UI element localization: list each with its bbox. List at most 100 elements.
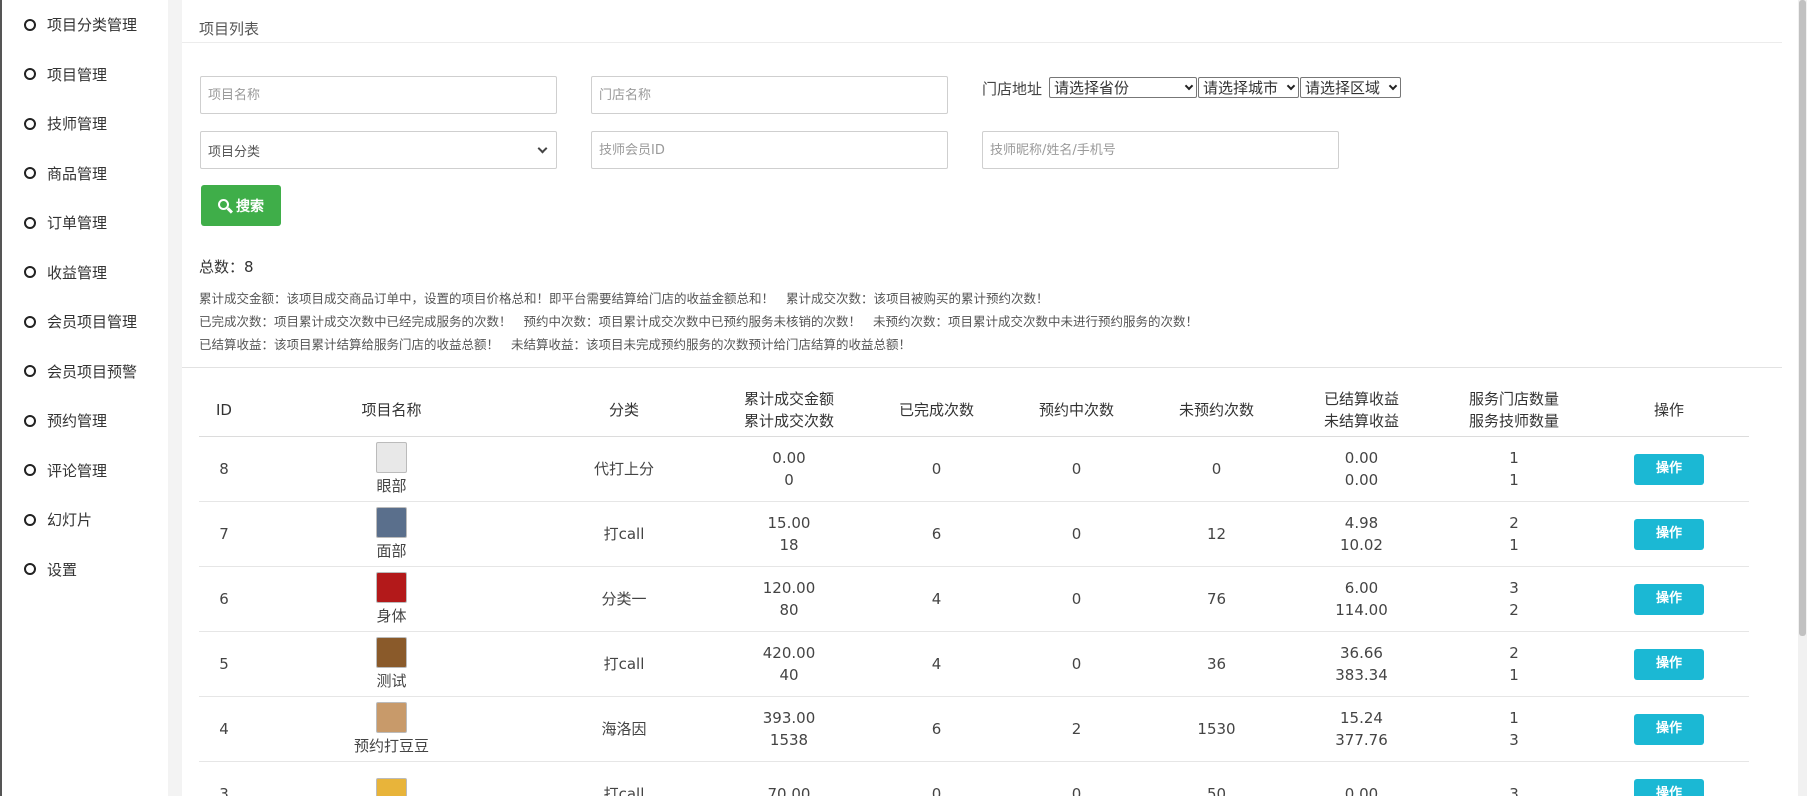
col-done: 已完成次数 bbox=[898, 400, 974, 419]
search-icon bbox=[218, 198, 234, 213]
operate-button[interactable]: 操作 bbox=[1634, 713, 1704, 745]
tech-info-field[interactable] bbox=[982, 131, 1339, 169]
cell-category: 打call bbox=[603, 525, 645, 543]
project-thumbnail[interactable] bbox=[376, 506, 407, 538]
sidebar-item[interactable]: 项目管理 bbox=[2, 50, 168, 100]
cell-name: 面部 bbox=[249, 506, 534, 562]
tech-id-field[interactable] bbox=[591, 131, 948, 169]
cell-store: 21 bbox=[1434, 512, 1594, 556]
project-thumbnail[interactable] bbox=[376, 571, 407, 603]
project-name: 眼部 bbox=[376, 476, 407, 495]
col-store: 服务门店数量 服务技师数量 bbox=[1434, 388, 1594, 432]
cell-amount: 393.00 bbox=[762, 709, 816, 727]
cell-unsettled: 377.76 bbox=[1335, 731, 1388, 749]
table-row: 3 打call 70.00 0 0 50 0.00 3 操作 bbox=[199, 762, 1749, 796]
sidebar-item[interactable]: 评论管理 bbox=[2, 446, 168, 496]
table-header: ID 项目名称 分类 累计成交金额 累计成交次数 已完成次数 预约中次数 未预约次… bbox=[199, 383, 1749, 437]
category-select[interactable]: 项目分类 bbox=[200, 131, 557, 169]
store-name-field[interactable] bbox=[591, 76, 948, 114]
project-thumbnail[interactable] bbox=[376, 777, 407, 796]
sidebar-item[interactable]: 收益管理 bbox=[2, 248, 168, 298]
project-name: 身体 bbox=[376, 606, 407, 625]
col-sum-count: 累计成交次数 bbox=[743, 411, 834, 430]
sidebar-item[interactable]: 会员项目预警 bbox=[2, 347, 168, 397]
cell-booking: 0 bbox=[1071, 460, 1082, 478]
cell-unbooked: 12 bbox=[1206, 525, 1227, 543]
cell-settle: 6.00 114.00 bbox=[1289, 577, 1434, 621]
col-id: ID bbox=[216, 400, 232, 419]
table-body: 8 眼部 代打上分 0.00 0 0 0 0 0.00 0.00 1 1 操作 7 面部 打call 15.00… bbox=[199, 437, 1749, 796]
cell-done: 0 bbox=[931, 785, 942, 796]
operate-button[interactable]: 操作 bbox=[1634, 778, 1704, 796]
operate-button[interactable]: 操作 bbox=[1634, 518, 1704, 550]
operate-button[interactable]: 操作 bbox=[1634, 453, 1704, 485]
scrollbar[interactable] bbox=[1798, 0, 1807, 796]
col-sum: 累计成交金额 累计成交次数 bbox=[714, 388, 864, 432]
province-value: 请选择省份 bbox=[1054, 79, 1130, 97]
operate-button[interactable]: 操作 bbox=[1634, 648, 1704, 680]
cell-stores: 3 bbox=[1509, 785, 1519, 796]
col-unbooked: 未预约次数 bbox=[1178, 400, 1254, 419]
sidebar-item[interactable]: 设置 bbox=[2, 545, 168, 595]
sidebar-item[interactable]: 订单管理 bbox=[2, 198, 168, 248]
table-row: 6 身体 分类一 120.00 80 4 0 76 6.00 114.00 3 2 操作 bbox=[199, 567, 1749, 632]
col-techs: 服务技师数量 bbox=[1468, 411, 1559, 430]
cell-unsettled: 10.02 bbox=[1340, 536, 1383, 554]
project-name: 预约打豆豆 bbox=[353, 736, 429, 755]
tech-info-input[interactable] bbox=[990, 142, 1338, 158]
circle-icon bbox=[24, 266, 36, 279]
project-name-input[interactable] bbox=[208, 87, 556, 103]
sidebar-item[interactable]: 技师管理 bbox=[2, 99, 168, 149]
sidebar-item[interactable]: 商品管理 bbox=[2, 149, 168, 199]
province-select[interactable]: 请选择省份 bbox=[1049, 77, 1197, 98]
cell-booking: 0 bbox=[1071, 590, 1082, 608]
circle-icon bbox=[24, 117, 36, 130]
district-select[interactable]: 请选择区域 bbox=[1300, 77, 1401, 98]
project-name: 面部 bbox=[376, 541, 407, 560]
cell-booking: 0 bbox=[1071, 785, 1082, 796]
sidebar-item[interactable]: 会员项目管理 bbox=[2, 297, 168, 347]
project-thumbnail[interactable] bbox=[376, 701, 407, 733]
circle-icon bbox=[24, 18, 36, 31]
scrollbar-thumb[interactable] bbox=[1799, 0, 1806, 636]
col-unsettled: 未结算收益 bbox=[1323, 411, 1399, 430]
cell-settled: 6.00 bbox=[1344, 579, 1379, 597]
cell-unbooked: 0 bbox=[1211, 460, 1222, 478]
cell-category: 打call bbox=[603, 785, 645, 796]
cell-done: 0 bbox=[931, 460, 942, 478]
project-thumbnail[interactable] bbox=[376, 441, 407, 473]
city-select[interactable]: 请选择城市 bbox=[1198, 77, 1299, 98]
store-name-input[interactable] bbox=[599, 87, 947, 103]
sidebar-item[interactable]: 预约管理 bbox=[2, 396, 168, 446]
sidebar-item-label: 幻灯片 bbox=[47, 511, 93, 530]
cell-unbooked: 76 bbox=[1206, 590, 1227, 608]
col-name: 项目名称 bbox=[249, 399, 534, 421]
sidebar-item-label: 会员项目预警 bbox=[47, 362, 138, 381]
operate-button[interactable]: 操作 bbox=[1634, 583, 1704, 615]
cell-op: 操作 bbox=[1594, 518, 1744, 550]
cell-settle: 36.66 383.34 bbox=[1289, 642, 1434, 686]
sidebar-item[interactable]: 项目分类管理 bbox=[2, 0, 168, 50]
circle-icon bbox=[24, 414, 36, 427]
cell-sum: 120.00 80 bbox=[714, 577, 864, 621]
cell-unbooked: 36 bbox=[1206, 655, 1227, 673]
sidebar-item[interactable]: 幻灯片 bbox=[2, 495, 168, 545]
search-button[interactable]: 搜索 bbox=[201, 185, 281, 226]
project-name-field[interactable] bbox=[200, 76, 557, 114]
total-value: 8 bbox=[244, 258, 254, 276]
project-table: ID 项目名称 分类 累计成交金额 累计成交次数 已完成次数 预约中次数 未预约次… bbox=[199, 383, 1749, 796]
chevron-down-icon bbox=[1388, 81, 1398, 91]
sidebar-item-label: 设置 bbox=[47, 560, 78, 579]
project-thumbnail[interactable] bbox=[376, 636, 407, 668]
tech-id-input[interactable] bbox=[599, 142, 947, 158]
project-name: 测试 bbox=[376, 671, 407, 690]
cell-count: 80 bbox=[779, 601, 799, 619]
cell-count: 0 bbox=[784, 471, 794, 489]
city-value: 请选择城市 bbox=[1203, 79, 1279, 97]
circle-icon bbox=[24, 167, 36, 180]
table-row: 7 面部 打call 15.00 18 6 0 12 4.98 10.02 2 1 操作 bbox=[199, 502, 1749, 567]
cell-id: 7 bbox=[219, 525, 229, 543]
sidebar-item-label: 会员项目管理 bbox=[47, 313, 138, 332]
cell-unsettled: 383.34 bbox=[1335, 666, 1388, 684]
cell-amount: 0.00 bbox=[772, 449, 806, 467]
